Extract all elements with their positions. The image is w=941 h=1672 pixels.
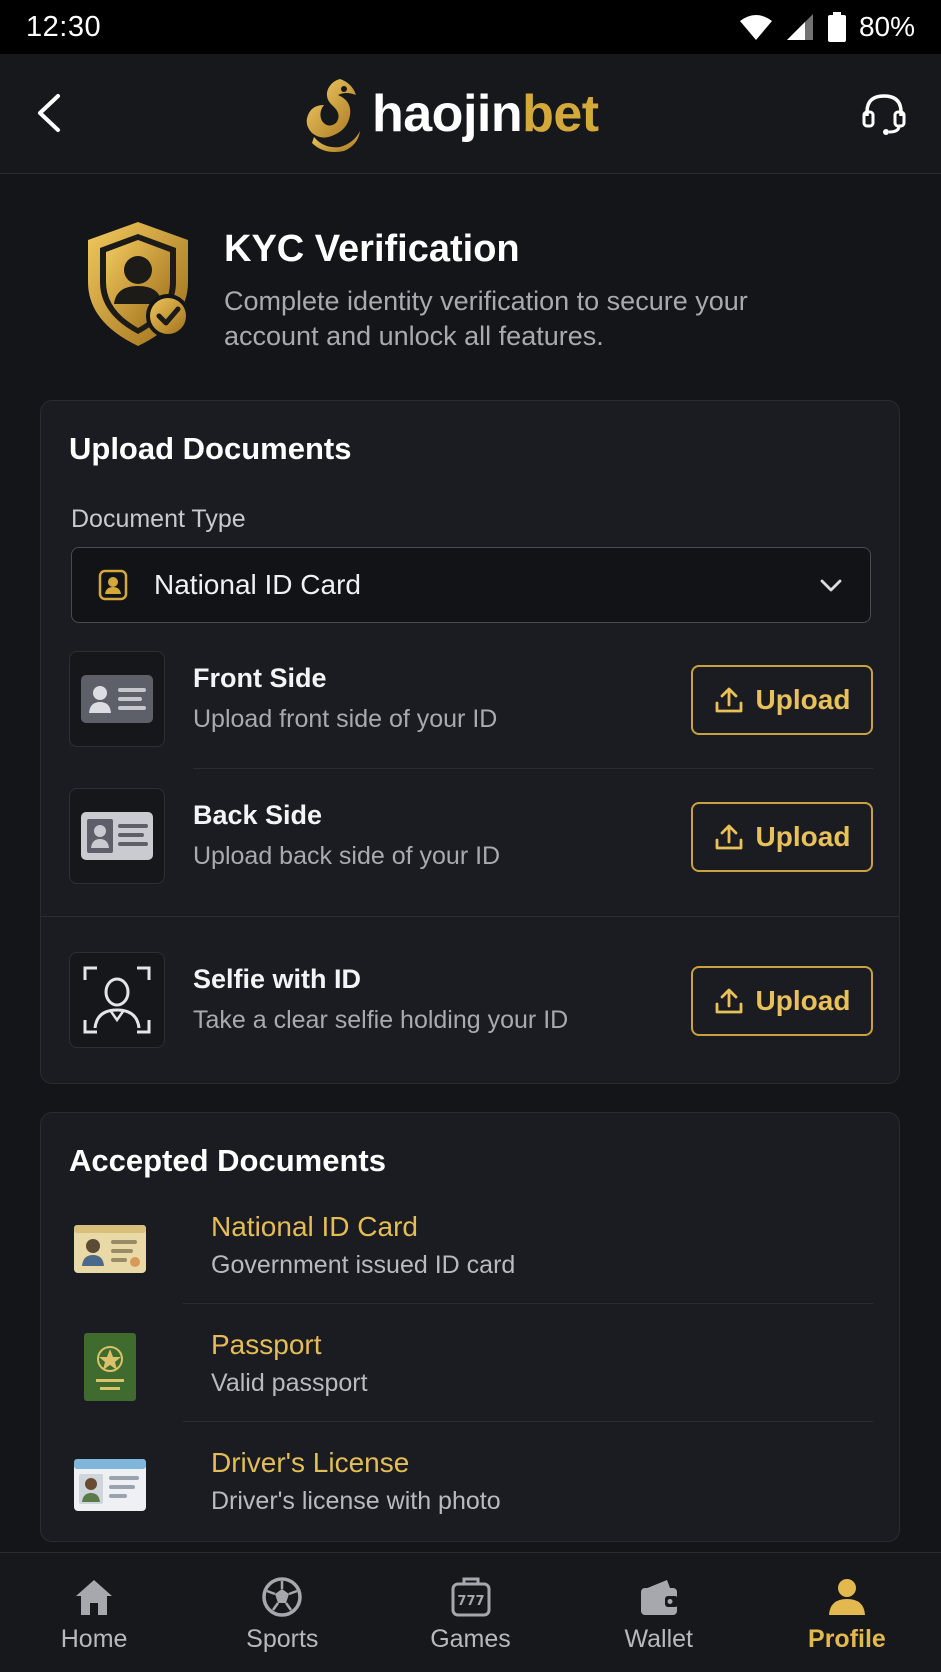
nav-sports[interactable]: Sports: [188, 1553, 376, 1672]
divider: [193, 768, 873, 769]
svg-text:777: 777: [457, 1594, 484, 1609]
upload-documents-card: Upload Documents Document Type National …: [40, 400, 900, 1084]
upload-selfie-button[interactable]: Upload: [691, 966, 873, 1036]
nav-sports-label: Sports: [246, 1625, 319, 1653]
selfie-title: Selfie with ID: [193, 964, 362, 994]
wallet-icon: [640, 1580, 678, 1615]
status-bar: 12:30 80%: [0, 0, 941, 54]
accepted-passport-title: Passport: [211, 1329, 322, 1360]
upload-icon: [715, 687, 742, 713]
status-time: 12:30: [26, 10, 102, 43]
app-header: haojinbet: [0, 54, 941, 174]
back-side-subtitle: Upload back side of your ID: [193, 842, 501, 870]
page-title: KYC Verification: [224, 228, 520, 270]
divider: [183, 1421, 873, 1422]
upload-selfie-label: Upload: [755, 985, 851, 1016]
nav-profile-label: Profile: [808, 1625, 886, 1653]
nav-profile[interactable]: Profile: [753, 1553, 941, 1672]
accepted-documents-card: Accepted Documents National ID Card Gove…: [40, 1112, 900, 1542]
drivers-license-icon: [69, 1445, 151, 1525]
bottom-navigation: Home Sports 777 Games Wallet Profile: [0, 1552, 941, 1672]
upload-row-selfie: Selfie with ID Take a clear selfie holdi…: [69, 952, 873, 1050]
nav-games[interactable]: 777 Games: [376, 1553, 564, 1672]
accepted-item-passport: Passport Valid passport: [69, 1327, 873, 1427]
front-side-title: Front Side: [193, 663, 327, 693]
chevron-left-icon: [38, 94, 60, 132]
accepted-id-card-title: National ID Card: [211, 1211, 418, 1242]
id-badge-icon: [98, 569, 128, 601]
slot-machine-icon: 777: [451, 1577, 490, 1617]
nav-games-label: Games: [430, 1625, 511, 1653]
document-type-select[interactable]: National ID Card: [71, 547, 871, 623]
upload-front-label: Upload: [755, 684, 851, 715]
accepted-id-card-subtitle: Government issued ID card: [211, 1251, 516, 1279]
accepted-drivers-license-title: Driver's License: [211, 1447, 410, 1478]
upload-back-button[interactable]: Upload: [691, 802, 873, 872]
status-icons: 80%: [739, 11, 915, 43]
upload-icon: [715, 824, 742, 850]
back-button[interactable]: [30, 88, 70, 138]
upload-row-front: Front Side Upload front side of your ID …: [69, 651, 873, 749]
upload-icon: [715, 988, 742, 1014]
wifi-icon: [739, 15, 772, 40]
divider: [183, 1303, 873, 1304]
accepted-drivers-license-subtitle: Driver's license with photo: [211, 1487, 501, 1515]
nav-wallet-label: Wallet: [624, 1625, 693, 1653]
document-type-label: Document Type: [71, 505, 246, 533]
accepted-item-drivers-license: Driver's License Driver's license with p…: [69, 1445, 873, 1545]
nav-home-label: Home: [60, 1625, 128, 1653]
page-description: Complete identity verification to secure…: [224, 286, 748, 351]
signal-icon: [786, 14, 813, 40]
upload-back-label: Upload: [755, 821, 851, 852]
selfie-icon: [69, 952, 165, 1048]
document-type-value: National ID Card: [154, 569, 361, 600]
accepted-item-id-card: National ID Card Government issued ID ca…: [69, 1209, 873, 1309]
upload-row-back: Back Side Upload back side of your ID Up…: [69, 788, 873, 886]
soccer-ball-icon: [262, 1577, 303, 1617]
chevron-down-icon: [820, 579, 842, 592]
accepted-documents-title: Accepted Documents: [69, 1143, 386, 1178]
dragon-logo-icon: [306, 79, 360, 152]
passport-icon: [69, 1327, 151, 1407]
upload-documents-title: Upload Documents: [69, 431, 352, 466]
upload-front-button[interactable]: Upload: [691, 665, 873, 735]
nav-wallet[interactable]: Wallet: [565, 1553, 753, 1672]
id-front-icon: [69, 651, 165, 747]
accepted-passport-subtitle: Valid passport: [211, 1369, 368, 1397]
brand-logo: haojinbet: [300, 72, 599, 156]
divider: [41, 916, 899, 917]
headset-icon: [862, 94, 906, 135]
home-icon: [76, 1580, 113, 1615]
selfie-subtitle: Take a clear selfie holding your ID: [193, 1006, 569, 1034]
shield-user-check-icon: [88, 222, 190, 346]
battery-icon: [827, 12, 846, 42]
battery-percentage: 80%: [858, 11, 915, 42]
nav-home[interactable]: Home: [0, 1553, 188, 1672]
id-card-icon: [69, 1209, 151, 1289]
customer-support-button[interactable]: [859, 88, 909, 138]
front-side-subtitle: Upload front side of your ID: [193, 705, 498, 733]
profile-icon: [828, 1579, 865, 1615]
back-side-title: Back Side: [193, 800, 323, 830]
id-back-icon: [69, 788, 165, 884]
brand-name: haojinbet: [372, 85, 599, 143]
kyc-header: KYC Verification Complete identity verif…: [82, 218, 882, 358]
